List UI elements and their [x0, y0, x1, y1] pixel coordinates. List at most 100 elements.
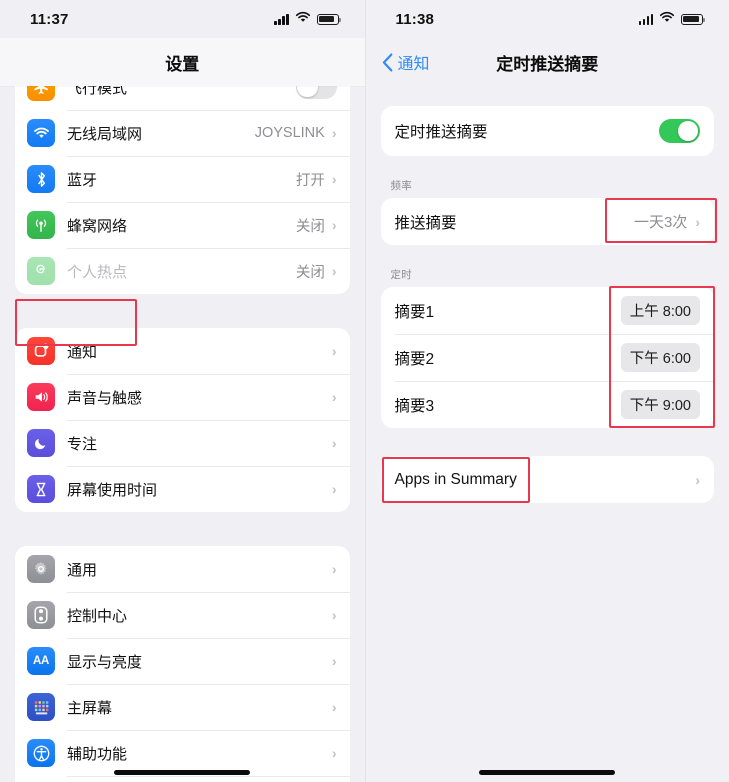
chevron-right-icon: › [331, 745, 337, 761]
sidebar-item-focus[interactable]: 专注 › [15, 420, 350, 466]
chevron-right-icon: › [695, 471, 700, 488]
sidebar-item-label: 无线局域网 [67, 125, 143, 143]
sidebar-item-label: 专注 [67, 435, 98, 453]
screen-time-hourglass-icon [27, 475, 55, 503]
sidebar-item-control-center[interactable]: 控制中心 › [15, 592, 350, 638]
sidebar-item-home-screen[interactable]: 主屏幕 › [15, 684, 350, 730]
chevron-right-icon: › [331, 217, 337, 233]
battery-icon [316, 13, 341, 25]
summary-frequency-label: 推送摘要 [394, 214, 457, 232]
back-button[interactable]: 通知 [382, 50, 430, 74]
sidebar-item-value: 关闭 [295, 218, 325, 235]
chevron-right-icon: › [331, 343, 337, 359]
accessibility-icon [27, 739, 55, 767]
sidebar-item-label: 通知 [67, 343, 98, 361]
apps-in-summary-card: Apps in Summary › [380, 456, 715, 503]
chevron-right-icon: › [331, 263, 337, 279]
summary-frequency-value: 一天3次 [633, 214, 688, 231]
cellular-bars-icon [274, 13, 289, 25]
chevron-right-icon: › [331, 607, 337, 623]
settings-group-connectivity: 飞行模式 无线局域网 JOYSLINK › 蓝牙 打开 › 蜂窝网络 关闭 › … [15, 64, 350, 294]
schedule-row[interactable]: 摘要2 下午 6:00 [381, 334, 715, 381]
sidebar-item-value: JOYSLINK [254, 125, 325, 141]
status-icons [274, 10, 341, 28]
wifi-icon [295, 10, 311, 28]
schedule-section-header: 定时 [390, 269, 412, 281]
scheduled-summary-toggle-card: 定时推送摘要 [380, 106, 715, 156]
home-indicator [114, 770, 251, 775]
sidebar-item-label: 声音与触感 [67, 389, 143, 407]
right-status-bar: 11:38 [366, 0, 729, 38]
sidebar-item-personal-hotspot[interactable]: 个人热点 关闭 › [15, 248, 350, 294]
apps-in-summary-row[interactable]: Apps in Summary › [381, 456, 715, 503]
sidebar-item-screen-time[interactable]: 屏幕使用时间 › [15, 466, 350, 512]
wifi-icon [659, 10, 675, 28]
sidebar-item-label: 显示与亮度 [67, 653, 143, 671]
sidebar-item-label: 蓝牙 [67, 171, 98, 189]
sidebar-item-value: 打开 [295, 172, 325, 189]
settings-group-system: 通用 › 控制中心 › AA 显示与亮度 › 主屏幕 › 辅助功能 › [15, 546, 350, 782]
chevron-right-icon: › [331, 481, 337, 497]
left-navbar: 设置 [0, 38, 365, 86]
sidebar-item-notifications[interactable]: 通知 › [15, 328, 350, 374]
status-time: 11:37 [30, 10, 69, 28]
sidebar-item-label: 通用 [67, 561, 98, 579]
right-phone-scheduled-summary-screen: 11:38 通知 定时推送摘要 定时推送摘要 频率 推送摘要 一天3次 › 定时… [364, 0, 729, 782]
schedule-card: 摘要1 上午 8:00 摘要2 下午 6:00 摘要3 下午 9:00 [380, 287, 715, 428]
cellular-icon [27, 211, 55, 239]
summary-frequency-row[interactable]: 推送摘要 一天3次 › [381, 198, 715, 245]
page-title: 设置 [165, 54, 200, 74]
schedule-time-chip[interactable]: 下午 9:00 [620, 390, 700, 419]
status-icons [638, 10, 705, 28]
chevron-right-icon: › [331, 125, 337, 141]
summary-scroll-area[interactable]: 定时推送摘要 频率 推送摘要 一天3次 › 定时 摘要1 上午 8:00 摘要2… [366, 86, 729, 782]
bluetooth-icon [27, 165, 55, 193]
sidebar-item-general[interactable]: 通用 › [15, 546, 350, 592]
cellular-bars-icon [638, 13, 653, 25]
settings-scroll-area[interactable]: 飞行模式 无线局域网 JOYSLINK › 蓝牙 打开 › 蜂窝网络 关闭 › … [0, 64, 365, 782]
sidebar-item-label: 个人热点 [67, 263, 128, 281]
chevron-right-icon: › [331, 699, 337, 715]
right-navbar: 通知 定时推送摘要 [366, 38, 729, 86]
display-brightness-aa-icon: AA [27, 647, 55, 675]
scheduled-summary-toggle-row[interactable]: 定时推送摘要 [381, 106, 715, 156]
chevron-right-icon: › [695, 213, 700, 230]
back-button-label: 通知 [397, 56, 430, 73]
frequency-section-header: 频率 [390, 180, 412, 192]
scheduled-summary-toggle[interactable] [659, 119, 700, 143]
sidebar-item-display-brightness[interactable]: AA 显示与亮度 › [15, 638, 350, 684]
schedule-time-chip[interactable]: 下午 6:00 [620, 343, 700, 372]
sidebar-item-sounds-haptics[interactable]: 声音与触感 › [15, 374, 350, 420]
schedule-row-label: 摘要3 [394, 397, 435, 415]
frequency-section: 频率 推送摘要 一天3次 › [380, 178, 715, 245]
schedule-time-chip[interactable]: 上午 8:00 [620, 296, 700, 325]
sidebar-item-label: 控制中心 [67, 607, 128, 625]
focus-moon-icon [27, 429, 55, 457]
sound-haptics-icon [27, 383, 55, 411]
sidebar-item-wifi[interactable]: 无线局域网 JOYSLINK › [15, 110, 350, 156]
sidebar-item-label: 屏幕使用时间 [67, 481, 158, 499]
sidebar-item-label: 辅助功能 [67, 745, 128, 763]
sidebar-item-label: 蜂窝网络 [67, 217, 128, 235]
sidebar-item-cellular[interactable]: 蜂窝网络 关闭 › [15, 202, 350, 248]
chevron-right-icon: › [331, 653, 337, 669]
sidebar-item-label: 主屏幕 [67, 699, 113, 717]
notifications-icon [27, 337, 55, 365]
battery-icon [681, 13, 705, 25]
schedule-row-label: 摘要2 [394, 350, 435, 368]
hotspot-icon [27, 257, 55, 285]
left-phone-settings-screen: 11:37 设置 飞行模式 无线局域网 JOYSLINK › 蓝牙 打开 › 蜂… [0, 0, 365, 782]
gear-icon [27, 555, 55, 583]
chevron-right-icon: › [331, 561, 337, 577]
status-time: 11:38 [395, 10, 435, 28]
schedule-row[interactable]: 摘要3 下午 9:00 [381, 381, 715, 428]
schedule-row[interactable]: 摘要1 上午 8:00 [381, 287, 715, 334]
sidebar-item-wallpaper[interactable]: 墙纸 › [15, 776, 350, 782]
scheduled-summary-label: 定时推送摘要 [394, 124, 488, 141]
dual-screenshot-container: 11:37 设置 飞行模式 无线局域网 JOYSLINK › 蓝牙 打开 › 蜂… [0, 0, 729, 782]
frequency-card: 推送摘要 一天3次 › [380, 198, 715, 245]
schedule-row-label: 摘要1 [394, 303, 435, 321]
sidebar-item-bluetooth[interactable]: 蓝牙 打开 › [15, 156, 350, 202]
chevron-right-icon: › [331, 171, 337, 187]
chevron-right-icon: › [331, 435, 337, 451]
